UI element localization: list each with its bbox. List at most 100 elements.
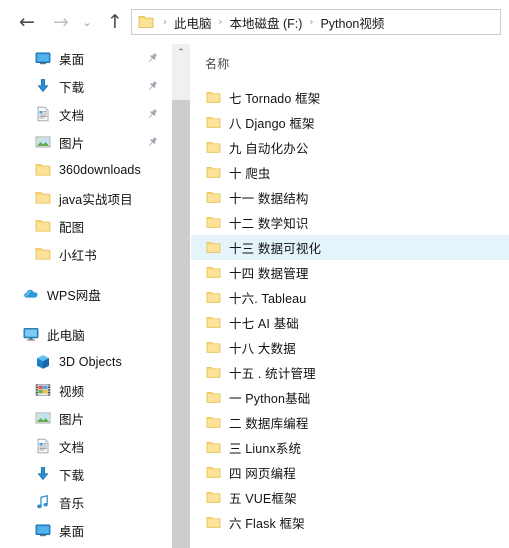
sidebar-item-this-pc-2[interactable]: 视频 (0, 376, 172, 404)
folder-icon (35, 164, 50, 176)
file-list-item[interactable]: 十一 数据结构 (191, 185, 509, 210)
breadcrumb-separator: › (218, 16, 223, 28)
computer-icon-wrap (22, 326, 39, 343)
document-icon (37, 106, 48, 122)
desktop-icon-wrap (34, 50, 51, 67)
breadcrumb-separator: › (309, 16, 314, 28)
sidebar-item-label: java实战项目 (59, 192, 133, 207)
file-name-label: 十八 大数据 (229, 342, 296, 356)
pin-icon[interactable] (147, 53, 158, 64)
sidebar-item-label: 下载 (59, 468, 85, 483)
file-list-pane: 名称 七 Tornado 框架八 Django 框架九 自动化办公十 爬虫十一 … (191, 44, 509, 548)
pin-icon[interactable] (147, 81, 158, 92)
file-name-label: 六 Flask 框架 (229, 517, 305, 531)
file-list-item[interactable]: 十三 数据可视化 (191, 235, 509, 260)
back-arrow-icon: ← (19, 10, 35, 33)
file-name-label: 十一 数据结构 (229, 192, 309, 206)
file-list-item[interactable]: 十 爬虫 (191, 160, 509, 185)
file-list-item[interactable]: 六 Flask 框架 (191, 510, 509, 535)
folder-icon-wrap (34, 218, 51, 235)
forward-button[interactable]: → (46, 7, 76, 37)
file-list: 七 Tornado 框架八 Django 框架九 自动化办公十 爬虫十一 数据结… (191, 85, 509, 535)
file-list-item[interactable]: 七 Tornado 框架 (191, 85, 509, 110)
address-bar[interactable]: › 此电脑 › 本地磁盘 (F:) › Python视频 (131, 9, 501, 35)
file-list-item[interactable]: 十五 . 统计管理 (191, 360, 509, 385)
file-list-item[interactable]: 四 网页编程 (191, 460, 509, 485)
folder-icon (138, 16, 154, 28)
file-list-item[interactable]: 十四 数据管理 (191, 260, 509, 285)
sidebar-item-this-pc-7[interactable]: 桌面 (0, 516, 172, 544)
sidebar-item-label: 音乐 (59, 496, 85, 511)
file-list-item[interactable]: 十二 数学知识 (191, 210, 509, 235)
chevron-down-icon: ⌄ (82, 15, 92, 29)
sidebar-item-label: 文档 (59, 440, 85, 455)
up-one-level-button[interactable]: ↑ (100, 7, 130, 37)
file-name-label: 七 Tornado 框架 (229, 92, 321, 106)
desktop-icon (35, 52, 50, 65)
file-name-label: 十五 . 统计管理 (229, 367, 316, 381)
file-name-label: 五 VUE框架 (229, 492, 297, 506)
file-list-item[interactable]: 九 自动化办公 (191, 135, 509, 160)
pin-icon[interactable] (147, 137, 158, 148)
sidebar-item-quick-access-3[interactable]: 图片 (0, 128, 172, 156)
back-button[interactable]: ← (12, 7, 42, 37)
file-list-item[interactable]: 一 Python基础 (191, 385, 509, 410)
recent-locations-button[interactable]: ⌄ (76, 7, 98, 37)
videos-icon (35, 384, 50, 396)
sidebar-item-quick-access-5[interactable]: java实战项目 (0, 184, 172, 212)
scrollbar-up-button[interactable]: ⌃ (172, 44, 190, 62)
file-list-item[interactable]: 十七 AI 基础 (191, 310, 509, 335)
file-name-label: 一 Python基础 (229, 392, 311, 406)
file-name-label: 十三 数据可视化 (229, 242, 322, 256)
document-icon-wrap (34, 438, 51, 455)
sidebar-item-label: 图片 (59, 412, 85, 427)
breadcrumb-item-local-disk-f[interactable]: 本地磁盘 (F:) (229, 13, 304, 32)
folder-icon (206, 242, 221, 253)
folder-icon (206, 442, 221, 453)
file-list-item[interactable]: 三 Liunx系统 (191, 435, 509, 460)
folder-icon (206, 367, 221, 378)
sidebar-item-this-pc-0[interactable]: 此电脑 (0, 320, 172, 348)
sidebar-item-label: 此电脑 (47, 328, 85, 343)
file-list-item[interactable]: 五 VUE框架 (191, 485, 509, 510)
music-icon (36, 495, 48, 509)
folder-icon (206, 317, 221, 328)
desktop-icon (35, 524, 50, 537)
file-name-label: 九 自动化办公 (229, 142, 309, 156)
cloud-icon (23, 289, 37, 298)
sidebar-item-quick-access-1[interactable]: 下载 (0, 72, 172, 100)
sidebar-item-wps-cloud-0[interactable]: WPS网盘 (0, 280, 172, 308)
column-header-name[interactable]: 名称 (205, 55, 229, 72)
document-icon-wrap (34, 106, 51, 123)
cube-icon-wrap (34, 354, 51, 371)
pin-icon[interactable] (147, 109, 158, 120)
pictures-icon-wrap (34, 410, 51, 427)
folder-icon (206, 392, 221, 403)
sidebar-item-quick-access-2[interactable]: 文档 (0, 100, 172, 128)
navigation-pane-scrollbar[interactable]: ⌃ (172, 44, 190, 548)
scrollbar-thumb[interactable] (172, 100, 190, 548)
file-name-label: 十七 AI 基础 (229, 317, 299, 331)
breadcrumb-item-this-pc[interactable]: 此电脑 (173, 13, 213, 32)
file-name-label: 十四 数据管理 (229, 267, 309, 281)
sidebar-item-this-pc-6[interactable]: 音乐 (0, 488, 172, 516)
sidebar-item-this-pc-5[interactable]: 下载 (0, 460, 172, 488)
download-icon (36, 467, 49, 481)
folder-icon (206, 292, 221, 303)
sidebar-item-this-pc-1[interactable]: 3D Objects (0, 348, 172, 376)
sidebar-item-quick-access-6[interactable]: 配图 (0, 212, 172, 240)
sidebar-item-quick-access-4[interactable]: 360downloads (0, 156, 172, 184)
document-icon (37, 438, 48, 454)
sidebar-item-quick-access-0[interactable]: 桌面 (0, 44, 172, 72)
file-list-item[interactable]: 十六. Tableau (191, 285, 509, 310)
folder-icon (206, 417, 221, 428)
breadcrumb-item-python-videos[interactable]: Python视频 (319, 13, 385, 32)
file-name-label: 二 数据库编程 (229, 417, 309, 431)
file-name-label: 十二 数学知识 (229, 217, 309, 231)
file-list-item[interactable]: 十八 大数据 (191, 335, 509, 360)
sidebar-item-this-pc-3[interactable]: 图片 (0, 404, 172, 432)
file-list-item[interactable]: 八 Django 框架 (191, 110, 509, 135)
sidebar-item-this-pc-4[interactable]: 文档 (0, 432, 172, 460)
sidebar-item-quick-access-7[interactable]: 小红书 (0, 240, 172, 268)
file-list-item[interactable]: 二 数据库编程 (191, 410, 509, 435)
